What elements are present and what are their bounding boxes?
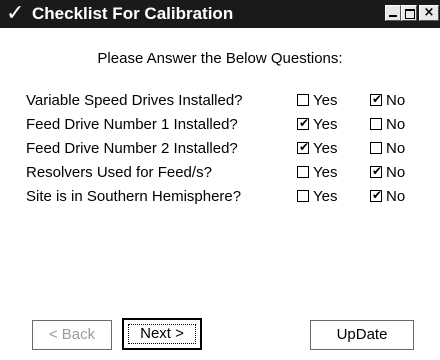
checkmark-icon: ✔	[298, 116, 310, 130]
question-label: Feed Drive Number 2 Installed?	[26, 140, 238, 157]
no-checkbox[interactable]	[370, 142, 382, 154]
yes-checkbox[interactable]	[297, 190, 309, 202]
back-button[interactable]: < Back	[32, 320, 112, 350]
checkmark-icon: ✔	[298, 140, 310, 154]
minimize-icon	[389, 15, 397, 17]
yes-checkbox[interactable]: ✔	[297, 116, 310, 130]
question-row: Feed Drive Number 1 Installed? ✔ Yes No	[26, 114, 436, 134]
no-checkbox[interactable]: ✔	[370, 92, 383, 106]
question-row: Feed Drive Number 2 Installed? ✔ Yes No	[26, 138, 436, 158]
no-checkbox[interactable]: ✔	[370, 164, 383, 178]
question-label: Site is in Southern Hemisphere?	[26, 188, 242, 205]
instructions-heading: Please Answer the Below Questions:	[97, 50, 343, 67]
yes-label: Yes	[313, 188, 338, 205]
no-label: No	[386, 188, 406, 205]
no-checkbox[interactable]	[370, 118, 382, 130]
yes-label: Yes	[313, 164, 338, 181]
window-title: Checklist For Calibration	[32, 4, 234, 23]
no-label: No	[386, 164, 406, 181]
question-row: Site is in Southern Hemisphere? Yes ✔ No	[26, 186, 436, 206]
question-row: Variable Speed Drives Installed? Yes ✔ No	[26, 90, 436, 110]
maximize-icon	[405, 9, 415, 19]
title-bar[interactable]: ✓ Checklist For Calibration ×	[0, 0, 440, 28]
yes-label: Yes	[313, 116, 338, 133]
no-label: No	[386, 140, 406, 157]
close-icon: ×	[423, 5, 435, 20]
minimize-button[interactable]	[385, 5, 401, 21]
checkmark-icon: ✔	[371, 164, 383, 178]
question-label: Variable Speed Drives Installed?	[26, 92, 243, 109]
yes-checkbox[interactable]	[297, 94, 309, 106]
update-button[interactable]: UpDate	[310, 320, 414, 350]
yes-checkbox[interactable]: ✔	[297, 140, 310, 154]
checkmark-icon: ✔	[371, 92, 383, 106]
no-label: No	[386, 116, 406, 133]
close-button[interactable]: ×	[419, 5, 439, 21]
question-row: Resolvers Used for Feed/s? Yes ✔ No	[26, 162, 436, 182]
no-label: No	[386, 92, 406, 109]
next-button[interactable]: Next >	[122, 318, 202, 350]
question-label: Feed Drive Number 1 Installed?	[26, 116, 238, 133]
question-label: Resolvers Used for Feed/s?	[26, 164, 212, 181]
yes-checkbox[interactable]	[297, 166, 309, 178]
checklist-window: ✓ Checklist For Calibration × Please Ans…	[0, 0, 440, 360]
yes-label: Yes	[313, 92, 338, 109]
no-checkbox[interactable]: ✔	[370, 188, 383, 202]
checkmark-icon: ✔	[371, 188, 383, 202]
maximize-button[interactable]	[401, 5, 417, 21]
yes-label: Yes	[313, 140, 338, 157]
check-icon: ✓	[6, 1, 25, 26]
next-button-label: Next >	[140, 325, 184, 342]
